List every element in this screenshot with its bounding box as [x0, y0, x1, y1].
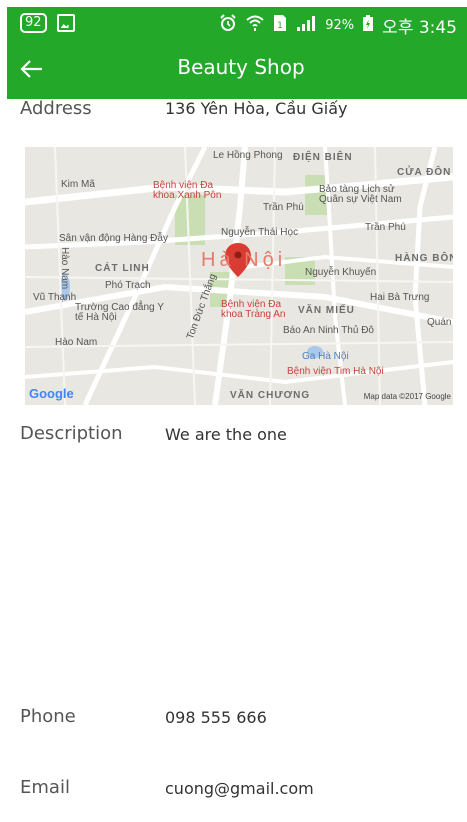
map-label: Hai Bà Trưng: [370, 292, 430, 303]
image-notification-icon: [56, 14, 75, 32]
map-label: Hà Nội: [201, 249, 287, 271]
svg-text:1: 1: [277, 21, 283, 31]
map-label: ĐIỆN BIÊN: [293, 152, 353, 163]
map-label: VĂN CHƯƠNG: [230, 390, 311, 401]
google-logo: Google: [29, 386, 74, 401]
notification-badge: 92: [20, 13, 47, 33]
status-bar: 92 1 92% 오후 3:45: [7, 7, 467, 41]
map-label: Quán Sứ: [427, 317, 453, 328]
phone-value[interactable]: 098 555 666: [165, 708, 267, 727]
map-label: Sân vận động Hàng Đẫy: [59, 233, 168, 244]
battery-percent: 92%: [325, 18, 355, 33]
address-label: Address: [20, 98, 92, 119]
map-label: Bảo tàng Lịch sử Quân sự Việt Nam: [319, 184, 402, 205]
map-label: Nguyễn Khuyến: [305, 267, 377, 278]
phone-label: Phone: [20, 706, 76, 727]
battery-charging-icon: [362, 14, 374, 37]
map-label: Nguyễn Thái Học: [221, 227, 299, 238]
email-label: Email: [20, 777, 70, 798]
map-label: Báo An Ninh Thủ Đô: [283, 325, 374, 336]
map-label: Bệnh viện Đa khoa Tràng An: [221, 299, 286, 320]
alarm-icon: [219, 14, 237, 37]
map-label: VĂN MIẾU: [298, 305, 355, 316]
map-attribution: Map data ©2017 Google: [363, 392, 451, 401]
description-value: We are the one: [165, 425, 287, 444]
map-label: Trần Phú: [263, 202, 304, 213]
map-label: CỬA ĐÔN: [397, 167, 452, 178]
map-label: Bệnh viện Đa khoa Xanh Pôn: [153, 180, 222, 201]
map-label: Kim Mã: [61, 179, 95, 190]
map-label: CÁT LINH: [95, 263, 150, 274]
wifi-icon: [245, 14, 265, 37]
map-label: Vũ Thạnh: [33, 292, 77, 303]
clock: 오후 3:45: [382, 18, 457, 38]
signal-icon: [295, 14, 317, 37]
map-label: Ga Hà Nội: [302, 351, 349, 362]
map-label: Trường Cao đẳng Y tế Hà Nội: [75, 302, 164, 323]
map-label: Trần Phú: [365, 222, 406, 233]
map-label: Le Hồng Phong: [213, 150, 283, 161]
address-value: 136 Yên Hòa, Cầu Giấy: [165, 99, 348, 118]
email-value[interactable]: cuong@gmail.com: [165, 779, 314, 798]
description-label: Description: [20, 423, 123, 444]
sim-icon: 1: [273, 14, 287, 37]
map-label: Bệnh viện Tim Hà Nội: [287, 366, 384, 377]
app-bar: Beauty Shop: [7, 41, 467, 99]
map-label: Phó Trạch: [105, 280, 151, 291]
map-view[interactable]: Le Hồng Phong ĐIỆN BIÊN CỬA ĐÔN Kim Mã B…: [25, 147, 453, 405]
page-title: Beauty Shop: [177, 55, 305, 79]
map-label: HÀNG BÔN: [395, 253, 453, 264]
map-label: Hào Nam: [59, 247, 70, 290]
map-label: Hào Nam: [55, 337, 98, 348]
